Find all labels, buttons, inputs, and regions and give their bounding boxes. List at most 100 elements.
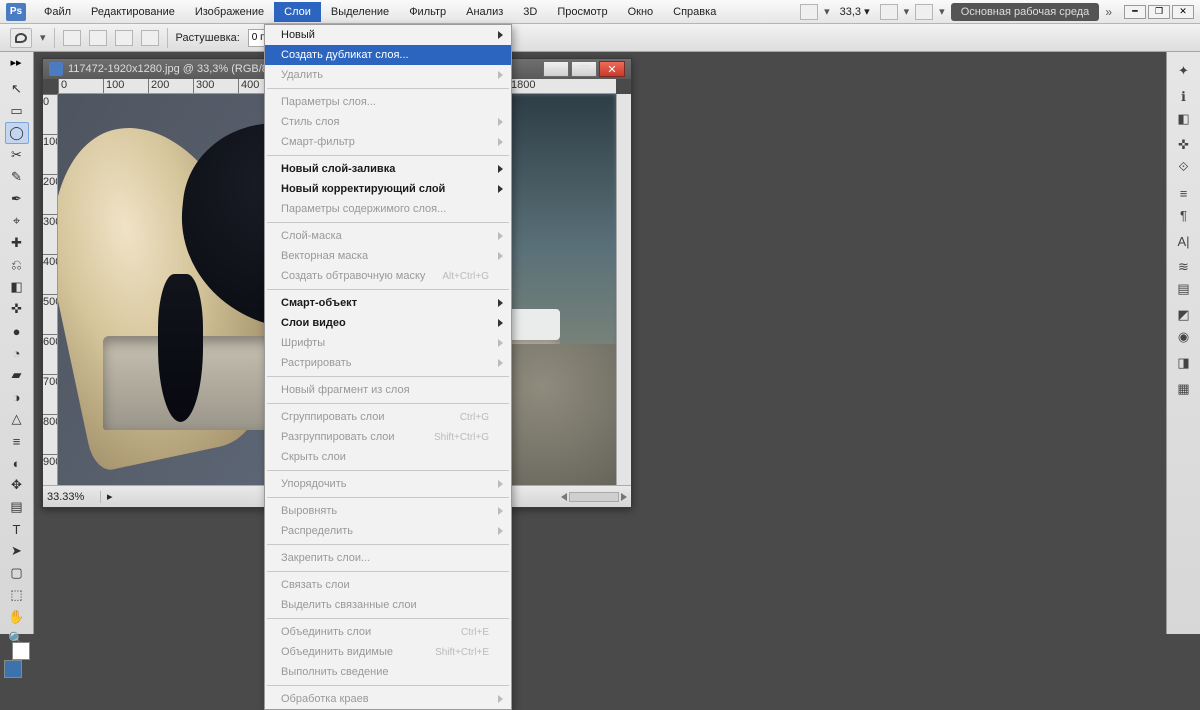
panel-icon-9[interactable]: ▤ <box>1172 278 1196 300</box>
panel-icon-7[interactable]: A| <box>1172 230 1196 252</box>
menu-item: Обработка краев <box>265 689 511 709</box>
active-tool-indicator[interactable] <box>10 28 32 48</box>
selection-subtract-icon[interactable] <box>115 30 133 46</box>
arrange-icon[interactable] <box>880 4 898 20</box>
selection-add-icon[interactable] <box>89 30 107 46</box>
doc-restore-icon[interactable]: ❐ <box>1148 5 1170 19</box>
menu-выделение[interactable]: Выделение <box>321 2 399 22</box>
tool-14[interactable]: ◑ <box>5 386 29 408</box>
background-color[interactable] <box>12 642 30 660</box>
tool-6[interactable]: ⌖ <box>5 210 29 232</box>
panel-icon-0[interactable]: ✦ <box>1172 60 1196 82</box>
menu-item: Стиль слоя <box>265 112 511 132</box>
tool-24[interactable]: ✋ <box>5 606 29 628</box>
tool-1[interactable]: ▭ <box>5 100 29 122</box>
tool-15[interactable]: △ <box>5 408 29 430</box>
tool-5[interactable]: ✒ <box>5 188 29 210</box>
tool-13[interactable]: ▰ <box>5 364 29 386</box>
menu-окно[interactable]: Окно <box>618 2 664 22</box>
tool-22[interactable]: ▢ <box>5 562 29 584</box>
menu-item[interactable]: Создать дубликат слоя... <box>265 45 511 65</box>
selection-new-icon[interactable] <box>63 30 81 46</box>
selection-intersect-icon[interactable] <box>141 30 159 46</box>
zoom-indicator[interactable]: 33,3 ▾ <box>836 5 874 18</box>
toolbox-collapse-icon[interactable]: ▸▸ <box>6 56 26 68</box>
menu-dropdown-icon[interactable]: ▾ <box>939 5 945 18</box>
menu-редактирование[interactable]: Редактирование <box>81 2 185 22</box>
menu-фильтр[interactable]: Фильтр <box>399 2 456 22</box>
panel-icon-10[interactable]: ◩ <box>1172 304 1196 326</box>
tool-23[interactable]: ⬚ <box>5 584 29 606</box>
menu-справка[interactable]: Справка <box>663 2 726 22</box>
tool-11[interactable]: ● <box>5 320 29 342</box>
submenu-arrow-icon <box>498 527 503 535</box>
zoom-level[interactable]: 33.33% <box>43 491 101 503</box>
menu-item[interactable]: Слои видео <box>265 313 511 333</box>
menu-item-label: Создать обтравочную маску <box>281 270 425 282</box>
tool-21[interactable]: ➤ <box>5 540 29 562</box>
menu-item[interactable]: Новый <box>265 25 511 45</box>
screen-layout-icon[interactable] <box>915 4 933 20</box>
dropdown-icon[interactable]: ▾ <box>40 31 46 44</box>
window-minimize-icon[interactable]: ─ <box>543 61 569 77</box>
menu-dropdown-icon[interactable]: ▾ <box>904 5 910 18</box>
tool-19[interactable]: ▤ <box>5 496 29 518</box>
panel-icon-4[interactable]: ⟐ <box>1172 156 1196 178</box>
tool-12[interactable]: ◔ <box>5 342 29 364</box>
status-menu-icon[interactable]: ▸ <box>101 490 119 503</box>
tool-18[interactable]: ✥ <box>5 474 29 496</box>
menu-dropdown-icon[interactable]: ▾ <box>824 5 830 18</box>
menu-item-label: Смарт-фильтр <box>281 136 355 148</box>
tool-2[interactable]: ◯ <box>5 122 29 144</box>
scrollbar-vertical[interactable] <box>616 94 631 485</box>
panel-icon-2[interactable]: ◧ <box>1172 108 1196 130</box>
menu-просмотр[interactable]: Просмотр <box>547 2 617 22</box>
menu-файл[interactable]: Файл <box>34 2 81 22</box>
menu-item-label: Шрифты <box>281 337 325 349</box>
window-close-icon[interactable]: ✕ <box>599 61 625 77</box>
menu-item[interactable]: Новый слой-заливка <box>265 159 511 179</box>
menu-item: Распределить <box>265 521 511 541</box>
window-maximize-icon[interactable]: ☐ <box>571 61 597 77</box>
panel-icon-8[interactable]: ≋ <box>1172 256 1196 278</box>
panel-icon-5[interactable]: ≡ <box>1172 182 1196 204</box>
panel-icon-3[interactable]: ✜ <box>1172 134 1196 156</box>
tool-7[interactable]: ✚ <box>5 232 29 254</box>
doc-close-icon[interactable]: ✕ <box>1172 5 1194 19</box>
tool-20[interactable]: T <box>5 518 29 540</box>
panel-icon-11[interactable]: ◉ <box>1172 326 1196 348</box>
tool-0[interactable]: ↖ <box>5 78 29 100</box>
screenmode-icon[interactable] <box>800 4 818 20</box>
expand-panels-icon[interactable]: » <box>1105 5 1112 19</box>
tool-10[interactable]: ✜ <box>5 298 29 320</box>
foreground-color[interactable] <box>4 660 22 678</box>
submenu-arrow-icon <box>498 339 503 347</box>
submenu-arrow-icon <box>498 480 503 488</box>
panel-icon-12[interactable]: ◨ <box>1172 352 1196 374</box>
menu-item[interactable]: Смарт-объект <box>265 293 511 313</box>
menu-item-label: Создать дубликат слоя... <box>281 49 409 61</box>
menu-item: Связать слои <box>265 575 511 595</box>
submenu-arrow-icon <box>498 507 503 515</box>
menu-3d[interactable]: 3D <box>513 2 547 22</box>
tool-17[interactable]: ◐ <box>5 452 29 474</box>
panel-icon-13[interactable]: ▦ <box>1172 378 1196 400</box>
panel-icon-1[interactable]: ℹ <box>1172 86 1196 108</box>
doc-minimize-icon[interactable]: ━ <box>1124 5 1146 19</box>
menu-item-label: Удалить <box>281 69 323 81</box>
tool-3[interactable]: ✂ <box>5 144 29 166</box>
menu-изображение[interactable]: Изображение <box>185 2 274 22</box>
menu-item-label: Параметры содержимого слоя... <box>281 203 446 215</box>
menu-слои[interactable]: Слои <box>274 2 321 22</box>
menu-item: Упорядочить <box>265 474 511 494</box>
menu-анализ[interactable]: Анализ <box>456 2 513 22</box>
tool-8[interactable]: ⎌ <box>5 254 29 276</box>
ruler-vertical[interactable]: 0100200300400500600700800900100011001200 <box>43 94 58 485</box>
scrollbar-horizontal[interactable] <box>531 492 631 502</box>
tool-4[interactable]: ✎ <box>5 166 29 188</box>
menu-item[interactable]: Новый корректирующий слой <box>265 179 511 199</box>
tool-9[interactable]: ◧ <box>5 276 29 298</box>
workspace-switcher[interactable]: Основная рабочая среда <box>951 3 1100 21</box>
panel-icon-6[interactable]: ¶ <box>1172 204 1196 226</box>
tool-16[interactable]: ≡ <box>5 430 29 452</box>
